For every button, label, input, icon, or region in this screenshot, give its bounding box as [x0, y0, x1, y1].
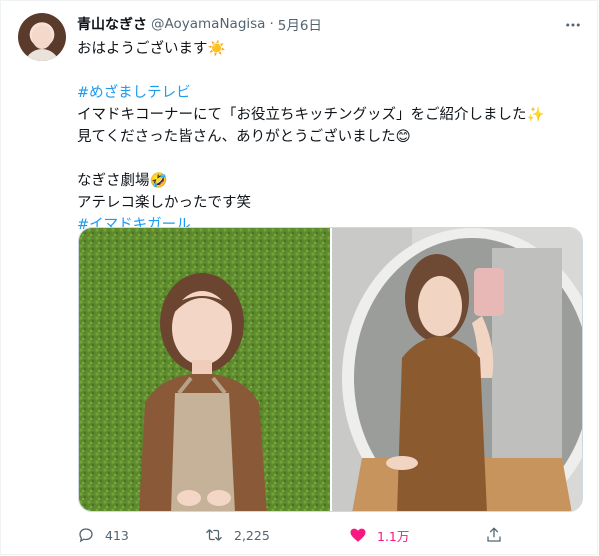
more-icon[interactable] — [563, 15, 583, 35]
photo-mirror-selfie[interactable] — [332, 228, 582, 511]
author-handle[interactable]: @AoyamaNagisa — [151, 16, 265, 32]
tweet-line: おはようございます☀️ — [77, 41, 226, 57]
media-grid — [78, 227, 583, 512]
tweet-line: イマドキコーナーにて「お役立ちキッチングッズ」をご紹介しました✨ — [77, 107, 545, 123]
header-separator: · — [269, 16, 274, 32]
retweet-icon — [206, 529, 222, 541]
photo-apron-portrait[interactable] — [79, 228, 330, 511]
share-icon — [487, 527, 501, 542]
share-button[interactable] — [485, 524, 503, 546]
tweet-header: 青山なぎさ @AoyamaNagisa · 5月6日 — [77, 14, 322, 34]
hashtag-link[interactable]: #めざましテレビ — [77, 82, 582, 104]
avatar-shoulders — [24, 49, 60, 61]
tweet-line: 見てくださった皆さん、ありがとうございました😊 — [77, 129, 411, 145]
tweet-line: アテレコ楽しかったです笑 — [77, 195, 251, 211]
retweet-button[interactable]: 2,225 — [204, 524, 270, 546]
tweet-date[interactable]: 5月6日 — [278, 14, 322, 34]
like-button[interactable]: 1.1万 — [349, 524, 409, 546]
reply-button[interactable]: 413 — [77, 524, 129, 546]
tweet-line: なぎさ劇場🤣 — [77, 173, 168, 189]
like-icon — [350, 528, 366, 542]
retweet-count: 2,225 — [234, 527, 270, 543]
tweet-card: 青山なぎさ @AoyamaNagisa · 5月6日 おはようございます☀️ #… — [0, 0, 598, 555]
author-name[interactable]: 青山なぎさ — [77, 14, 147, 34]
avatar-face — [32, 25, 52, 49]
action-bar: 413 2,225 1.1万 — [77, 524, 517, 546]
like-count: 1.1万 — [377, 528, 410, 544]
reply-count: 413 — [105, 527, 129, 543]
reply-icon — [79, 528, 93, 543]
avatar[interactable] — [18, 13, 66, 61]
tweet-text: おはようございます☀️ #めざましテレビ イマドキコーナーにて「お役立ちキッチン… — [77, 38, 582, 236]
